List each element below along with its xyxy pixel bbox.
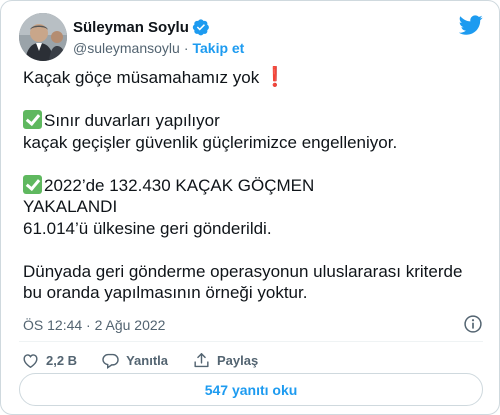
name-row: Süleyman Soylu (73, 17, 244, 37)
heart-icon (23, 353, 38, 368)
reply-bubble-icon (102, 353, 119, 369)
tweet-paragraph: Dünyada geri gönderme operasyonun ulusla… (23, 261, 483, 304)
follow-link[interactable]: Takip et (192, 40, 244, 56)
avatar-photo (19, 13, 67, 61)
check-mark-button-icon (23, 174, 42, 194)
tweet-line: 61.014’ü ülkesine geri gönderildi. (23, 218, 272, 238)
tweet-line: Sınır duvarları yapılıyor (23, 110, 483, 132)
tweet-text: Kaçak göçe müsamahamız yok ❗ Sınır duvarl… (23, 67, 483, 325)
tweet-line: Dünyada geri gönderme operasyonun ulusla… (23, 261, 463, 281)
tweet-line-text: Sınır duvarları yapılıyor (44, 111, 220, 130)
separator-dot: · (183, 40, 189, 56)
tweet-timestamp[interactable]: ÖS 12:44 · 2 Ağu 2022 (23, 317, 165, 333)
handle-row: @suleymansoylu · Takip et (73, 38, 244, 58)
check-mark-button-icon (23, 110, 42, 129)
tweet-actions: 2,2 B Yanıtla Paylaş (21, 350, 282, 370)
author-info: Süleyman Soylu @suleymansoylu · Takip et (73, 17, 244, 58)
share-button[interactable]: Paylaş (192, 351, 258, 370)
tweet-line: kaçak geçişler güvenlik güçlerimizce eng… (23, 132, 398, 152)
verified-badge-icon (192, 19, 209, 36)
reply-label: Yanıtla (126, 352, 168, 368)
tweet-line-text: Kaçak göçe müsamahamız yok (23, 68, 260, 87)
tweet-paragraph: Kaçak göçe müsamahamız yok ❗ (23, 67, 483, 89)
tweet-paragraph: Sınır duvarları yapılıyor kaçak geçişler… (23, 110, 483, 153)
info-icon[interactable] (463, 314, 483, 334)
share-label: Paylaş (217, 352, 259, 368)
tweet-header: Süleyman Soylu @suleymansoylu · Takip et (19, 13, 483, 61)
author-handle[interactable]: @suleymansoylu (73, 40, 180, 56)
read-replies-button[interactable]: 547 yanıtı oku (19, 373, 483, 406)
divider (19, 341, 483, 342)
tweet-paragraph: 2022’de 132.430 KAÇAK GÖÇMEN YAKALANDI 6… (23, 174, 483, 240)
tweet-line: Kaçak göçe müsamahamız yok ❗ (23, 67, 483, 89)
author-avatar[interactable] (19, 13, 67, 61)
reply-button[interactable]: Yanıtla (101, 351, 168, 370)
like-count: 2,2 B (46, 352, 78, 368)
tweet-line-text: 2022’de 132.430 KAÇAK GÖÇMEN (44, 175, 315, 195)
tweet-card: Süleyman Soylu @suleymansoylu · Takip et… (0, 0, 500, 415)
like-button[interactable]: 2,2 B (21, 351, 77, 370)
tweet-line: 2022’de 132.430 KAÇAK GÖÇMEN (23, 174, 483, 197)
author-display-name[interactable]: Süleyman Soylu (73, 19, 189, 36)
share-icon (194, 352, 209, 367)
tweet-line: bu oranda yapılmasının örneği yoktur. (23, 283, 308, 302)
exclamation-mark-icon: ❗ (263, 67, 287, 88)
twitter-logo-icon[interactable] (459, 13, 483, 37)
tweet-line: YAKALANDI (23, 197, 118, 216)
